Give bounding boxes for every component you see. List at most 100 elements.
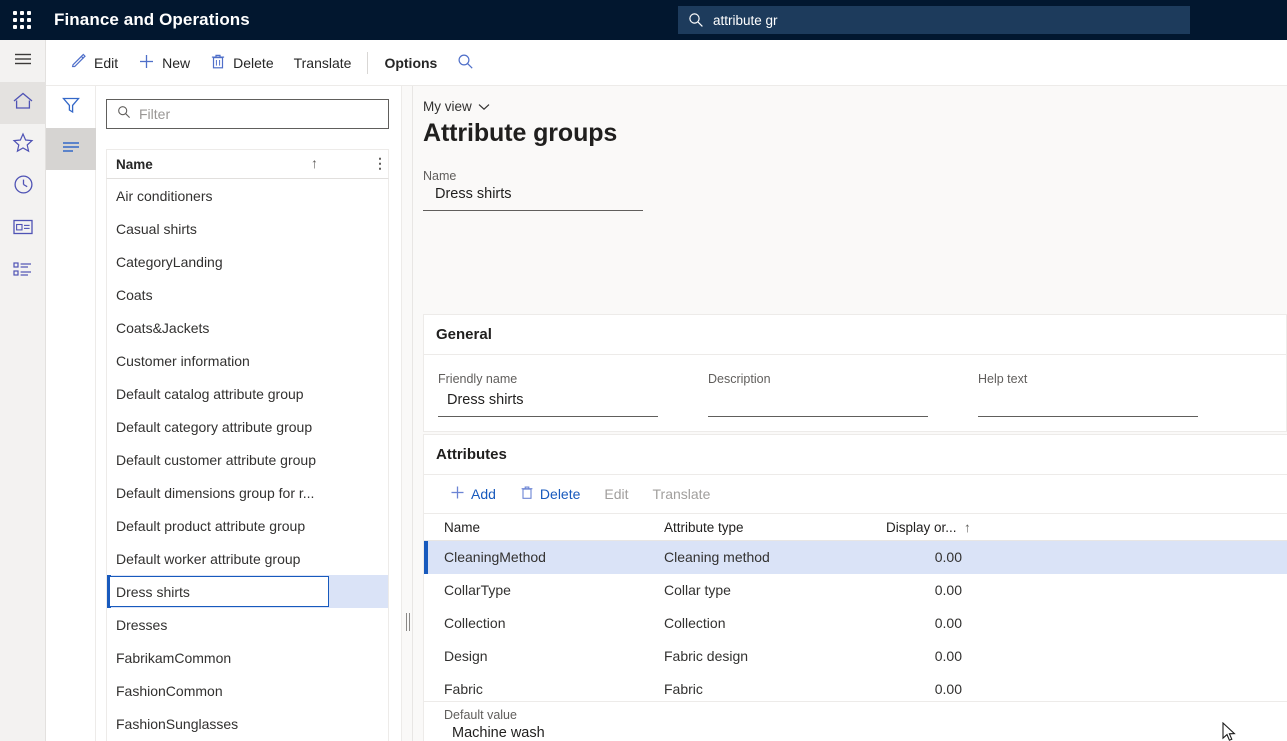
table-row[interactable]: DesignFabric design0.00 [424, 640, 1287, 673]
column-overflow-icon[interactable]: ⋮ [373, 155, 387, 172]
table-row[interactable]: CleaningMethodCleaning method0.00 [424, 541, 1287, 574]
options-button[interactable]: Options [374, 47, 447, 79]
list-item-label: Default customer attribute group [116, 452, 316, 468]
attributes-edit-label: Edit [604, 486, 628, 502]
table-cell-order: 0.00 [922, 615, 962, 631]
trash-icon [520, 485, 534, 503]
translate-button[interactable]: Translate [284, 47, 362, 79]
attributes-add-button[interactable]: Add [440, 480, 506, 508]
grid-column-name[interactable]: Name [444, 520, 480, 535]
sidebar-item-home[interactable] [0, 82, 46, 124]
delete-label: Delete [233, 55, 273, 71]
list-item[interactable]: Default product attribute group [107, 509, 388, 542]
list-item[interactable]: Casual shirts [107, 212, 388, 245]
search-icon [117, 105, 131, 124]
grid-column-display-order[interactable]: Display or... [886, 520, 957, 535]
list-item-label: Default category attribute group [116, 419, 312, 435]
list-item-label: FabrikamCommon [116, 650, 231, 666]
attributes-edit-button: Edit [594, 480, 638, 508]
list-item[interactable]: CategoryLanding [107, 245, 388, 278]
list-item-label: Casual shirts [116, 221, 197, 237]
pane-splitter[interactable] [401, 86, 413, 741]
friendly-name-input[interactable]: Dress shirts [438, 392, 658, 417]
page-title: Attribute groups [423, 119, 617, 148]
new-label: New [162, 55, 190, 71]
delete-button[interactable]: Delete [200, 47, 283, 79]
command-separator [367, 52, 368, 74]
filter-input[interactable]: Filter [106, 99, 389, 129]
default-value-section: Default value Machine wash [424, 701, 1287, 741]
list-icon [12, 260, 34, 283]
description-label: Description [708, 372, 928, 386]
list-item-label: Default dimensions group for r... [116, 485, 314, 501]
list-item[interactable]: Coats [107, 278, 388, 311]
search-icon [457, 53, 474, 73]
list-item[interactable]: Default catalog attribute group [107, 377, 388, 410]
table-cell-name: CollarType [444, 582, 511, 598]
app-title: Finance and Operations [54, 10, 250, 30]
list-item[interactable]: FashionSunglasses [107, 707, 388, 740]
list-item[interactable]: FashionCommon [107, 674, 388, 707]
workspace-icon [12, 218, 34, 241]
table-cell-name: Design [444, 648, 488, 664]
table-row[interactable]: CollarTypeCollar type0.00 [424, 574, 1287, 607]
left-navigation-rail [0, 40, 46, 741]
list-item[interactable]: FabrikamCommon [107, 641, 388, 674]
table-cell-order: 0.00 [922, 648, 962, 664]
sidebar-item-favorites[interactable] [0, 124, 46, 166]
list-item-label: Dress shirts [116, 584, 190, 600]
sidebar-item-recent[interactable] [0, 166, 46, 208]
list-item-label: Default worker attribute group [116, 551, 300, 567]
global-search-value: attribute gr [713, 13, 778, 28]
clock-icon [13, 174, 34, 200]
list-item[interactable]: Default worker attribute group [107, 542, 388, 575]
table-row[interactable]: CollectionCollection0.00 [424, 607, 1287, 640]
description-input[interactable] [708, 392, 928, 417]
sidebar-item-workspaces[interactable] [0, 208, 46, 250]
chevron-down-icon [478, 99, 490, 114]
view-selector[interactable]: My view [423, 99, 490, 114]
edit-button[interactable]: Edit [60, 47, 128, 79]
list-item-label: Coats&Jackets [116, 320, 209, 336]
star-icon [12, 132, 34, 158]
global-search-input[interactable]: attribute gr [678, 6, 1190, 34]
list-pane-button[interactable] [46, 128, 96, 170]
table-cell-order: 0.00 [922, 549, 962, 565]
list-item[interactable]: Dresses [107, 608, 388, 641]
list-item[interactable]: Dress shirts [107, 575, 388, 608]
trash-icon [210, 53, 226, 73]
app-launcher-button[interactable] [0, 0, 44, 40]
new-button[interactable]: New [128, 47, 200, 79]
list-item[interactable]: Default customer attribute group [107, 443, 388, 476]
grid-icon [13, 11, 31, 29]
list-item[interactable]: Customer information [107, 344, 388, 377]
table-cell-name: Collection [444, 615, 505, 631]
search-icon [688, 12, 704, 28]
grid-column-attribute-type[interactable]: Attribute type [664, 520, 744, 535]
table-cell-type: Cleaning method [664, 549, 770, 565]
attributes-section: Attributes Add [423, 434, 1287, 741]
edit-label: Edit [94, 55, 118, 71]
help-text-field: Help text [978, 372, 1198, 417]
funnel-icon [61, 95, 81, 120]
list-item[interactable]: Default category attribute group [107, 410, 388, 443]
filter-pane-button[interactable] [46, 86, 96, 128]
default-value-label: Default value [444, 708, 517, 722]
filter-placeholder: Filter [139, 106, 170, 122]
default-value-input[interactable]: Machine wash [444, 725, 666, 741]
list-item[interactable]: Default dimensions group for r... [107, 476, 388, 509]
hamburger-menu-button[interactable] [0, 40, 46, 82]
sidebar-item-modules[interactable] [0, 250, 46, 292]
header-name-input[interactable]: Dress shirts [423, 186, 643, 211]
list-item[interactable]: Coats&Jackets [107, 311, 388, 344]
app-root: Finance and Operations attribute gr [0, 0, 1287, 741]
command-search-button[interactable] [447, 47, 484, 79]
help-text-input[interactable] [978, 392, 1198, 417]
list-item-label: Coats [116, 287, 153, 303]
attributes-grid-header: Name Attribute type Display or... ↑ [424, 513, 1287, 541]
attributes-translate-button: Translate [643, 480, 721, 508]
list-column-header[interactable]: Name ↑ ⋮ [106, 149, 389, 179]
list-item[interactable]: Air conditioners [107, 179, 388, 212]
attributes-delete-button[interactable]: Delete [510, 480, 590, 508]
options-label: Options [384, 55, 437, 71]
